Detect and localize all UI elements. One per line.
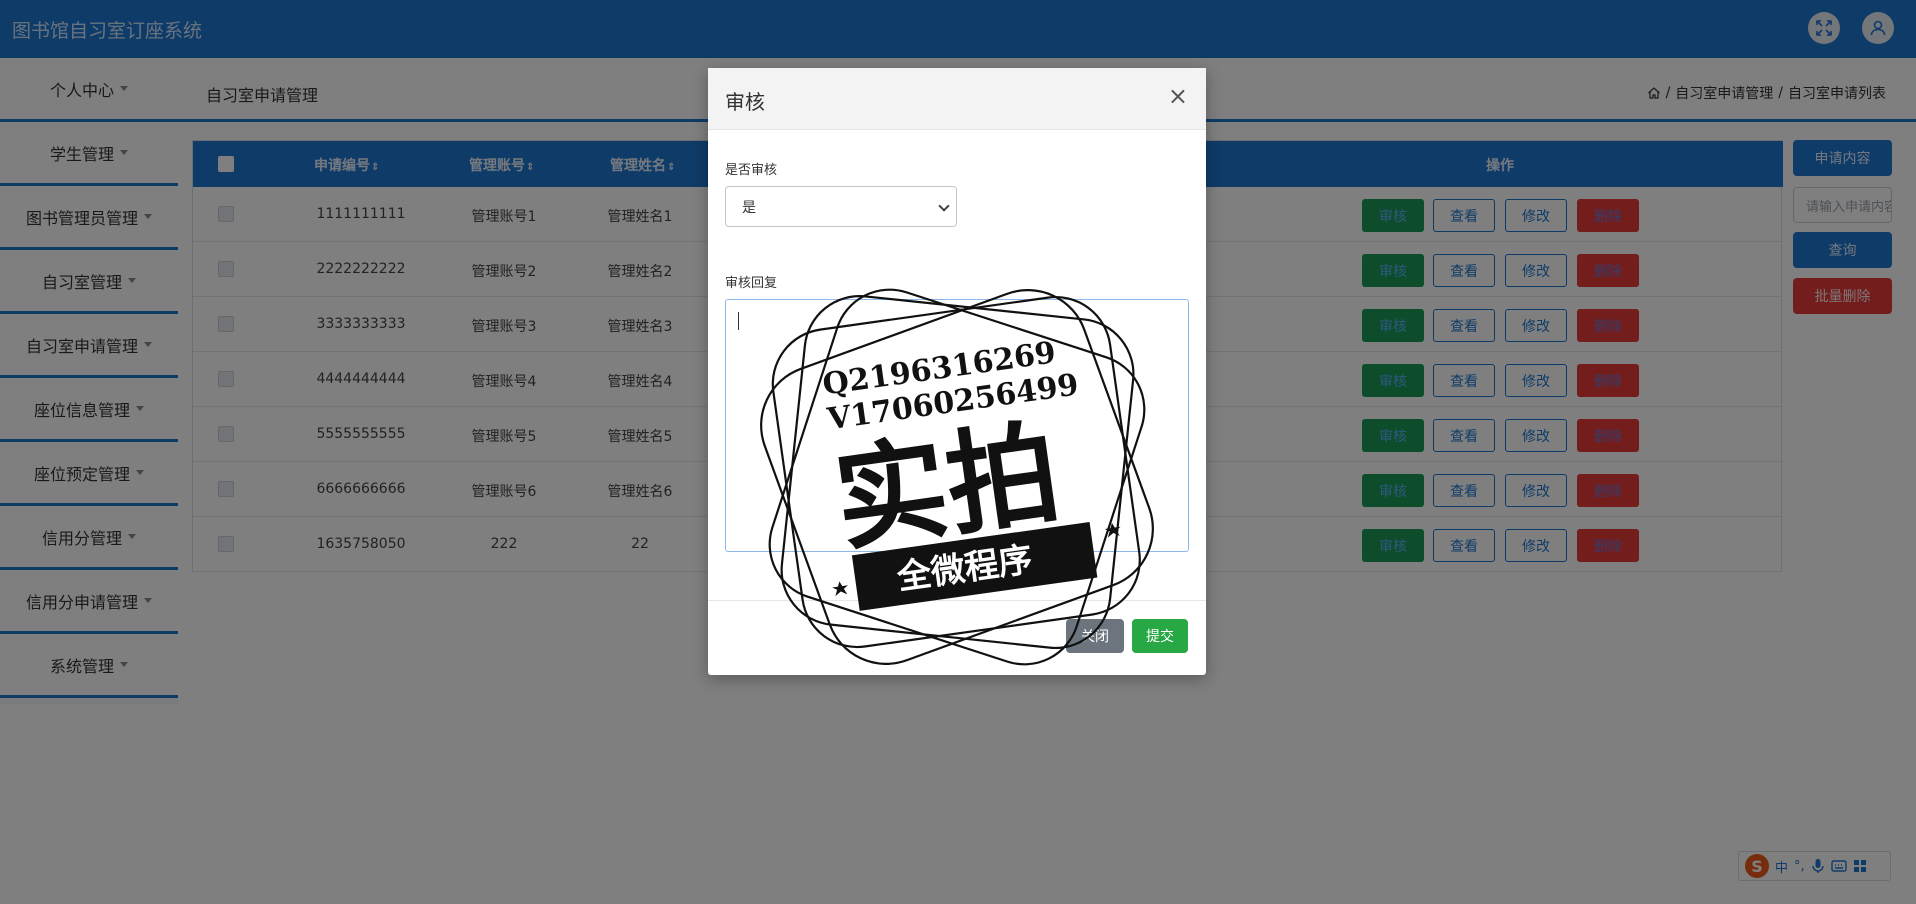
text-cursor [738, 312, 739, 330]
star-icon [832, 581, 849, 597]
audit-select[interactable]: 是 [725, 186, 957, 227]
modal-header: 审核 × [708, 68, 1206, 130]
chevron-down-icon [938, 200, 950, 212]
close-icon[interactable]: × [1168, 84, 1188, 108]
watermark-stamp: Q2196316269 V17060256499 实拍 全微程序 [760, 288, 1154, 666]
audit-select-value: 是 [742, 199, 756, 216]
audit-field-label: 是否审核 [725, 163, 778, 178]
modal-title: 审核 [725, 90, 765, 114]
